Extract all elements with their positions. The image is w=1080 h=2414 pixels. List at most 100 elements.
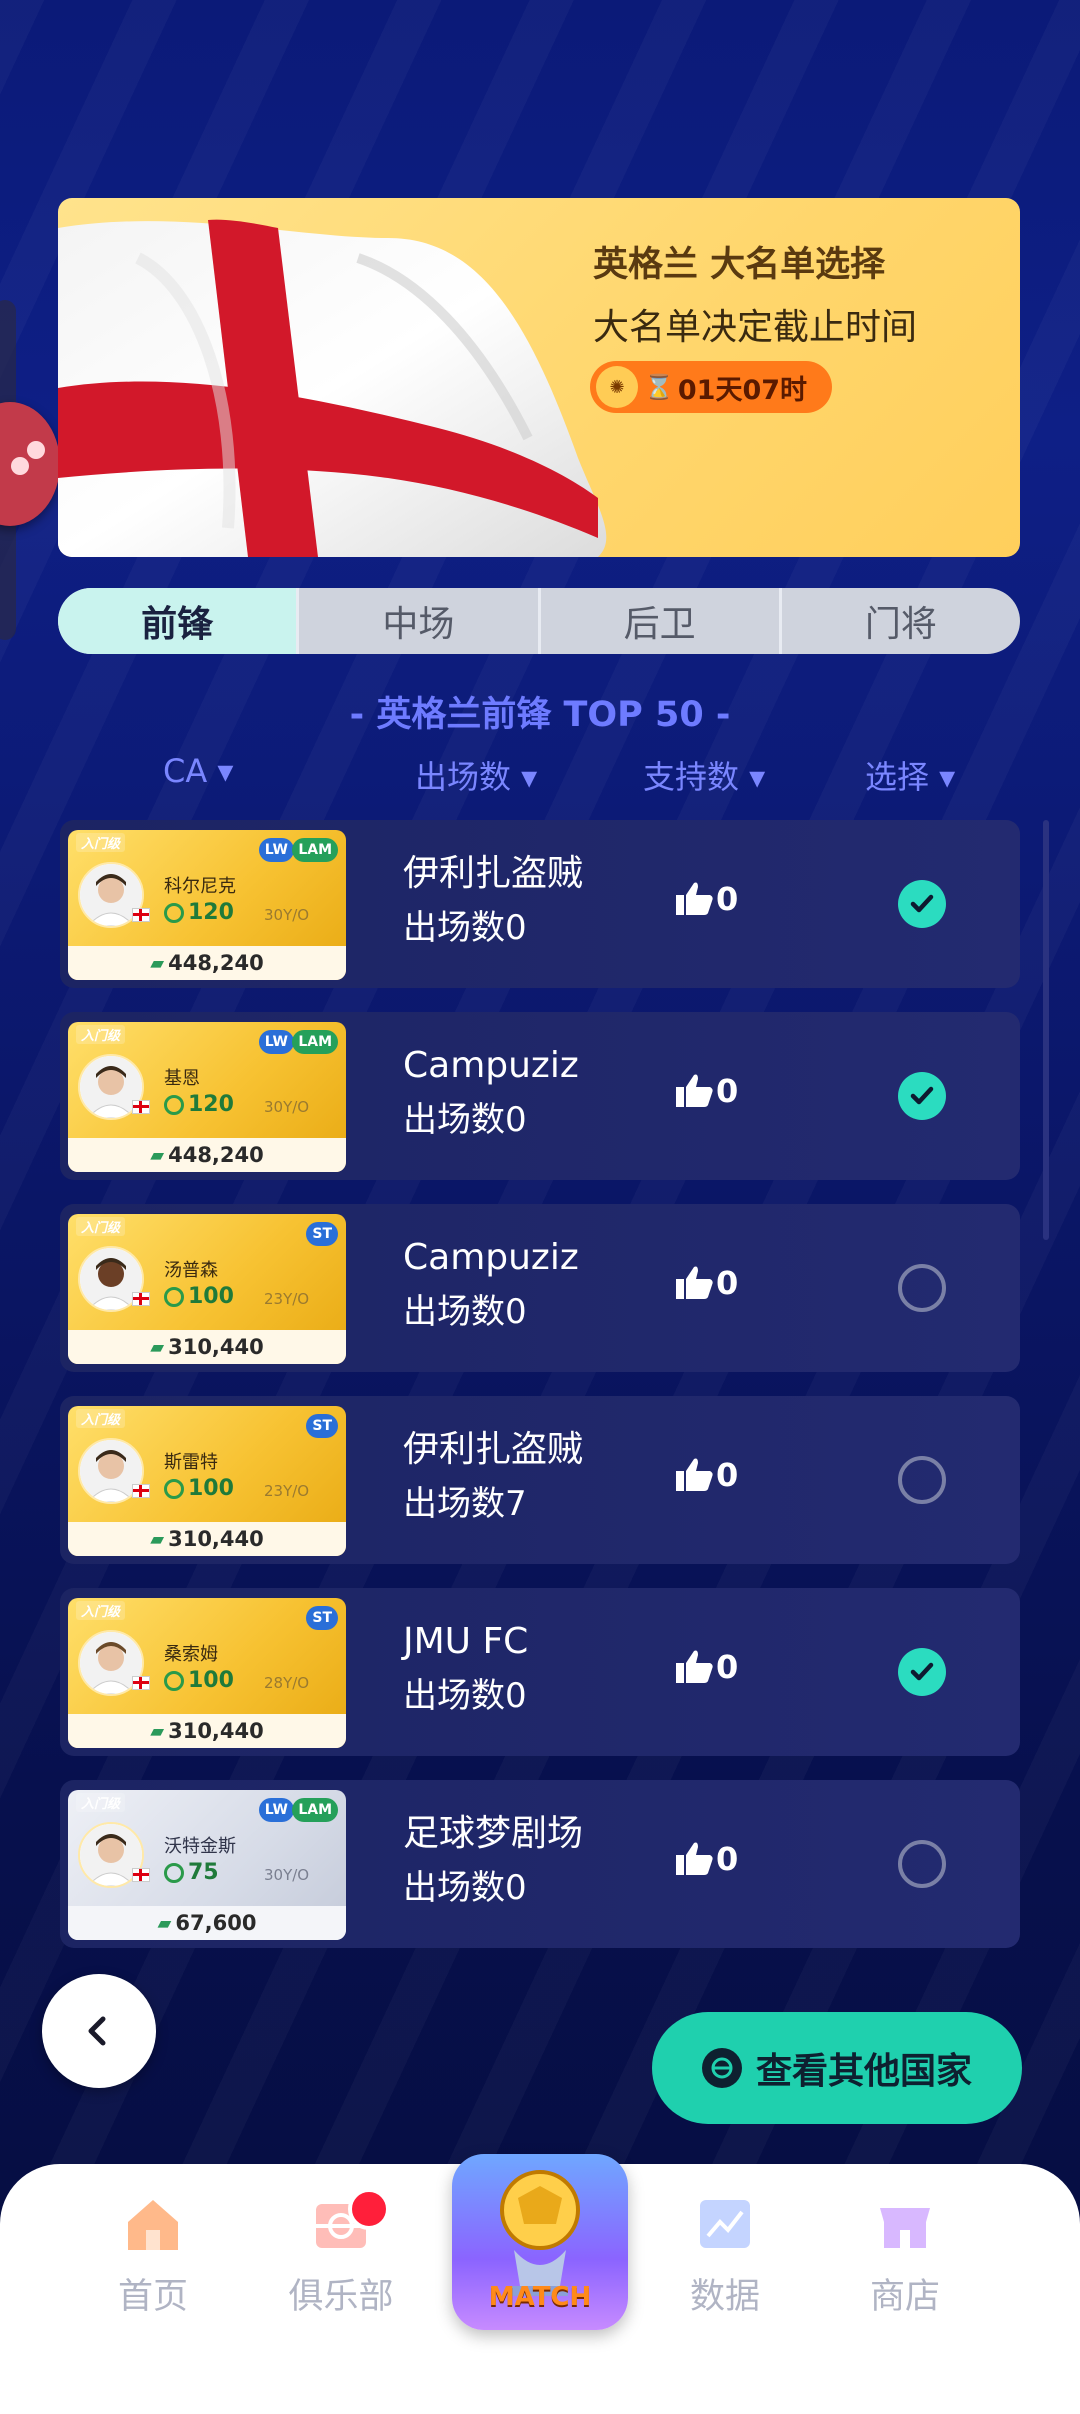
- player-rating: 100: [164, 1284, 234, 1309]
- deadline-label: 大名单决定截止时间: [593, 307, 918, 348]
- country-banner: 英格兰 大名单选择 大名单决定截止时间 ✺ ⌛ 01天07时: [58, 198, 1020, 557]
- countdown-pill: ✺ ⌛ 01天07时: [590, 361, 832, 413]
- cash-icon: ▰: [157, 1912, 172, 1934]
- player-name: 沃特金斯: [164, 1836, 236, 1857]
- nav-home[interactable]: 首页: [78, 2194, 228, 2319]
- thumbs-up-icon: [676, 1842, 713, 1875]
- thumbs-up-icon: [676, 1074, 713, 1107]
- like-button[interactable]: 0: [674, 880, 738, 918]
- club-name: 足球梦剧场: [403, 1813, 584, 1854]
- select-checkbox[interactable]: [898, 1264, 946, 1312]
- rating-icon: [164, 1286, 184, 1307]
- nav-match[interactable]: MATCH: [452, 2154, 628, 2330]
- select-checkbox[interactable]: [898, 1648, 946, 1696]
- like-count: 0: [716, 1840, 739, 1878]
- player-row[interactable]: 入门级 LW LAM 沃特金斯 75 30Y/O ▰ 67,600 足球梦剧场 …: [60, 1780, 1020, 1948]
- england-flag-icon: [132, 1868, 150, 1882]
- banner-title: 英格兰 大名单选择: [593, 245, 886, 285]
- player-rating: 75: [164, 1860, 219, 1885]
- appearances: 出场数0: [403, 1676, 527, 1716]
- sort-support[interactable]: 支持数 ▾: [643, 752, 765, 798]
- nav-club[interactable]: 俱乐部: [266, 2188, 416, 2319]
- player-card[interactable]: 入门级 ST 桑索姆 100 28Y/O ▰ 310,440: [68, 1598, 346, 1748]
- player-rating: 120: [164, 1092, 234, 1117]
- like-button[interactable]: 0: [674, 1264, 738, 1302]
- player-age: 30Y/O: [264, 1098, 310, 1116]
- rating-value: 120: [188, 900, 234, 925]
- player-card[interactable]: 入门级 LW LAM 科尔尼克 120 30Y/O ▰ 448,240: [68, 830, 346, 980]
- thumbs-up-icon: [676, 1650, 713, 1683]
- player-value-text: 67,600: [175, 1911, 257, 1935]
- club-name: JMU FC: [403, 1621, 529, 1662]
- sort-ca[interactable]: CA ▾: [163, 752, 233, 790]
- position-tabs: 前锋 中场 后卫 门将: [58, 588, 1020, 654]
- check-icon: [910, 894, 934, 913]
- floating-assistant-button[interactable]: [0, 402, 60, 526]
- like-button[interactable]: 0: [674, 1072, 738, 1110]
- player-value: ▰ 67,600: [68, 1906, 346, 1940]
- like-count: 0: [716, 1264, 739, 1302]
- appearances: 出场数7: [403, 1484, 527, 1524]
- nav-data[interactable]: 数据: [650, 2194, 800, 2319]
- back-button[interactable]: [42, 1974, 156, 2088]
- player-value-text: 448,240: [168, 1143, 264, 1167]
- player-value: ▰ 310,440: [68, 1330, 346, 1364]
- position-badge: LAM: [292, 1798, 338, 1822]
- player-row[interactable]: 入门级 LW LAM 基恩 120 30Y/O ▰ 448,240 Campuz…: [60, 1012, 1020, 1180]
- appearances: 出场数0: [403, 1868, 527, 1908]
- tab-goalkeeper[interactable]: 门将: [782, 588, 1020, 654]
- rating-value: 100: [188, 1668, 234, 1693]
- position-badge: ST: [306, 1222, 338, 1246]
- tier-label: 入门级: [76, 1217, 126, 1236]
- player-row[interactable]: 入门级 LW LAM 科尔尼克 120 30Y/O ▰ 448,240 伊利扎盗…: [60, 820, 1020, 988]
- player-card[interactable]: 入门级 LW LAM 基恩 120 30Y/O ▰ 448,240: [68, 1022, 346, 1172]
- select-checkbox[interactable]: [898, 1072, 946, 1120]
- nav-shop[interactable]: 商店: [830, 2194, 980, 2319]
- rating-value: 100: [188, 1284, 234, 1309]
- home-icon: [128, 2200, 178, 2250]
- view-other-countries-button[interactable]: 查看其他国家: [652, 2012, 1022, 2124]
- tier-label: 入门级: [76, 1409, 126, 1428]
- player-row[interactable]: 入门级 ST 汤普森 100 23Y/O ▰ 310,440 Campuziz …: [60, 1204, 1020, 1372]
- like-button[interactable]: 0: [674, 1456, 738, 1494]
- scrollbar[interactable]: [1043, 820, 1049, 1240]
- nav-shop-label: 商店: [869, 2277, 940, 2317]
- player-card[interactable]: 入门级 ST 斯雷特 100 23Y/O ▰ 310,440: [68, 1406, 346, 1556]
- tab-defender[interactable]: 后卫: [541, 588, 782, 654]
- player-rating: 100: [164, 1668, 234, 1693]
- hourglass-icon: ⌛: [644, 373, 674, 401]
- player-value-text: 310,440: [168, 1527, 264, 1551]
- player-value: ▰ 310,440: [68, 1522, 346, 1556]
- select-checkbox[interactable]: [898, 880, 946, 928]
- player-row[interactable]: 入门级 ST 桑索姆 100 28Y/O ▰ 310,440 JMU FC 出场…: [60, 1588, 1020, 1756]
- club-name: 伊利扎盗贼: [403, 1429, 584, 1470]
- select-checkbox[interactable]: [898, 1456, 946, 1504]
- sort-select[interactable]: 选择 ▾: [865, 752, 955, 798]
- player-row[interactable]: 入门级 ST 斯雷特 100 23Y/O ▰ 310,440 伊利扎盗贼 出场数…: [60, 1396, 1020, 1564]
- view-other-countries-label: 查看其他国家: [755, 2051, 972, 2092]
- player-value-text: 310,440: [168, 1719, 264, 1743]
- player-value-text: 448,240: [168, 951, 264, 975]
- sort-apps[interactable]: 出场数 ▾: [415, 752, 537, 798]
- select-checkbox[interactable]: [898, 1840, 946, 1888]
- check-icon: [910, 1662, 934, 1681]
- appearances: 出场数0: [403, 1292, 527, 1332]
- cash-icon: ▰: [150, 1336, 165, 1358]
- like-button[interactable]: 0: [674, 1840, 738, 1878]
- rating-value: 120: [188, 1092, 234, 1117]
- player-card[interactable]: 入门级 ST 汤普森 100 23Y/O ▰ 310,440: [68, 1214, 346, 1364]
- player-age: 23Y/O: [264, 1482, 310, 1500]
- player-card[interactable]: 入门级 LW LAM 沃特金斯 75 30Y/O ▰ 67,600: [68, 1790, 346, 1940]
- clock-icon: ✺: [596, 366, 638, 408]
- position-badge: LW: [258, 1798, 294, 1822]
- player-value: ▰ 448,240: [68, 1138, 346, 1172]
- player-age: 28Y/O: [264, 1674, 310, 1692]
- tab-forward[interactable]: 前锋: [58, 588, 300, 654]
- england-flag-image: [58, 219, 607, 557]
- tier-label: 入门级: [76, 833, 126, 852]
- nav-home-label: 首页: [117, 2277, 188, 2317]
- tab-midfield[interactable]: 中场: [299, 588, 541, 654]
- player-rating: 120: [164, 900, 234, 925]
- like-button[interactable]: 0: [674, 1648, 738, 1686]
- player-name: 桑索姆: [164, 1644, 218, 1665]
